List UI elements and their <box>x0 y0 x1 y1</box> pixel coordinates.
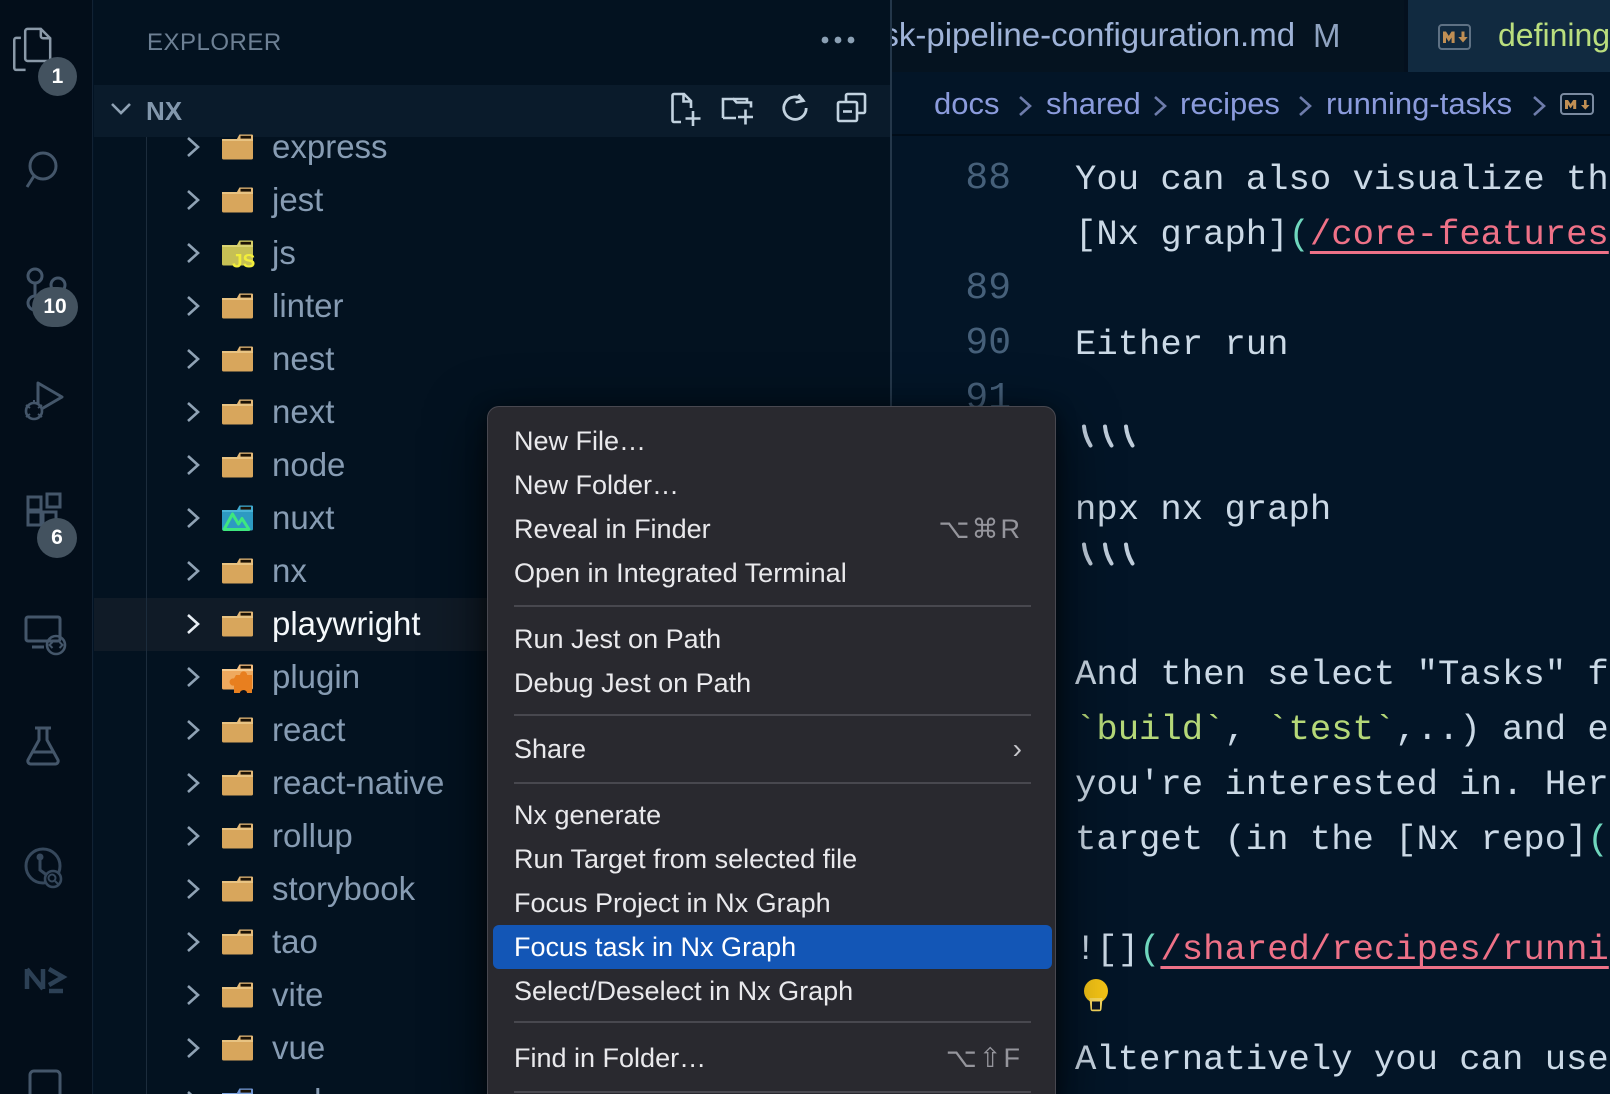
svg-text:JS: JS <box>232 252 255 273</box>
